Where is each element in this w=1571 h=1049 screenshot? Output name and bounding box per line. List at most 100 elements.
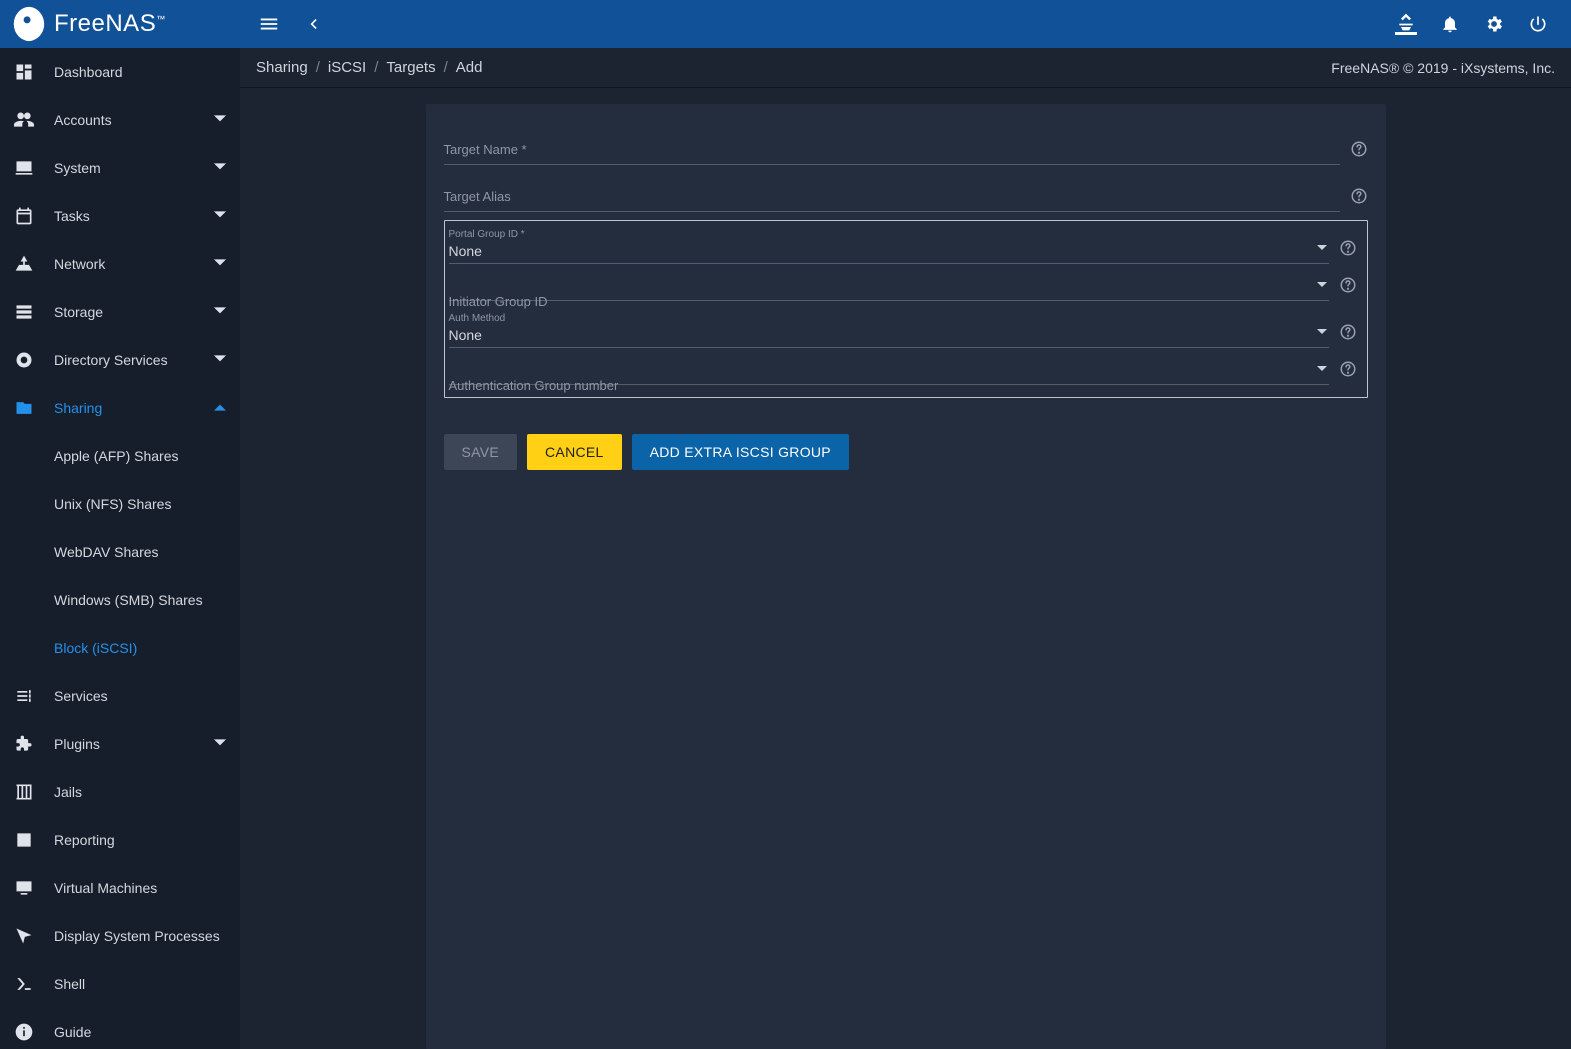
breadcrumb-targets[interactable]: Targets [386,59,435,76]
sidebar-item-guide[interactable]: Guide [0,1008,240,1049]
dropdown-arrow-icon [1317,324,1327,340]
dashboard-icon [12,62,36,82]
sidebar-subitem-block-iscsi-[interactable]: Block (iSCSI) [0,624,240,672]
sidebar-item-label: Virtual Machines [54,880,157,896]
sidebar-item-plugins[interactable]: Plugins [0,720,240,768]
storage-icon [12,302,36,322]
sidebar-item-services[interactable]: Services [0,672,240,720]
reporting-icon [12,830,36,850]
brand-logo[interactable]: FreeNAS™ [0,5,240,43]
theme-icon[interactable] [1395,13,1417,35]
processes-icon [12,926,36,946]
sidebar-item-label: System [54,160,101,176]
chevron-down-icon [214,736,226,752]
breadcrumb: Sharing / iSCSI / Targets / Add FreeNAS®… [240,48,1571,88]
chevron-down-icon [214,352,226,368]
initiator-group-select[interactable] [449,282,1329,301]
sidebar-item-label: Display System Processes [54,928,220,944]
main: Sharing / iSCSI / Targets / Add FreeNAS®… [240,48,1571,1049]
sidebar-item-accounts[interactable]: Accounts [0,96,240,144]
system-icon [12,158,36,178]
accounts-icon [12,110,36,130]
sidebar: Dashboard Accounts System Tasks Network Stora… [0,48,240,1049]
sidebar-item-dashboard[interactable]: Dashboard [0,48,240,96]
power-icon[interactable] [1527,13,1549,35]
chevron-down-icon [214,304,226,320]
sidebar-subitem-unix-nfs-shares[interactable]: Unix (NFS) Shares [0,480,240,528]
cancel-button[interactable]: CANCEL [527,434,622,470]
save-button[interactable]: SAVE [444,434,518,470]
dropdown-arrow-icon [1317,277,1327,293]
sidebar-item-label: Tasks [54,208,90,224]
sidebar-item-reporting[interactable]: Reporting [0,816,240,864]
sharing-icon [12,398,36,418]
freenas-logo-icon [10,5,48,43]
brand-name: FreeNAS™ [54,10,166,38]
sidebar-subitem-apple-afp-shares[interactable]: Apple (AFP) Shares [0,432,240,480]
sidebar-item-label: Reporting [54,832,115,848]
sidebar-item-label: Jails [54,784,82,800]
sidebar-item-label: Services [54,688,108,704]
chevron-down-icon [214,160,226,176]
notifications-icon[interactable] [1439,13,1461,35]
topbar: FreeNAS™ [0,0,1571,48]
sidebar-item-label: Storage [54,304,103,320]
chevron-up-icon [214,400,226,416]
tasks-icon [12,206,36,226]
network-icon [12,254,36,274]
shell-icon [12,974,36,994]
sidebar-item-jails[interactable]: Jails [0,768,240,816]
breadcrumb-add: Add [456,59,483,76]
auth-method-select[interactable]: None [449,313,1329,348]
sidebar-collapse-icon[interactable] [302,13,324,35]
directory-icon [12,350,36,370]
auth-group-select[interactable] [449,366,1329,385]
sidebar-item-label: Guide [54,1024,91,1040]
breadcrumb-sharing[interactable]: Sharing [256,59,308,76]
add-extra-group-button[interactable]: ADD EXTRA ISCSI GROUP [632,434,849,470]
sidebar-item-tasks[interactable]: Tasks [0,192,240,240]
target-name-input[interactable] [444,130,1340,165]
sidebar-item-shell[interactable]: Shell [0,960,240,1008]
portal-group-select[interactable]: None [449,229,1329,264]
breadcrumb-iscsi[interactable]: iSCSI [328,59,366,76]
sidebar-item-label: Directory Services [54,352,168,368]
sidebar-item-storage[interactable]: Storage [0,288,240,336]
guide-icon [12,1022,36,1042]
help-icon[interactable] [1350,140,1368,165]
sidebar-item-system[interactable]: System [0,144,240,192]
sidebar-subitem-windows-smb-shares[interactable]: Windows (SMB) Shares [0,576,240,624]
chevron-down-icon [214,112,226,128]
help-icon[interactable] [1339,323,1357,348]
vm-icon [12,878,36,898]
plugins-icon [12,734,36,754]
sidebar-item-network[interactable]: Network [0,240,240,288]
settings-icon[interactable] [1483,13,1505,35]
copyright: FreeNAS® © 2019 - iXsystems, Inc. [1331,60,1555,76]
content-area: Target Name * Target Alias [240,88,1571,1049]
help-icon[interactable] [1339,239,1357,264]
sidebar-item-label: Plugins [54,736,100,752]
menu-icon[interactable] [258,13,280,35]
form-card: Target Name * Target Alias [426,104,1386,1049]
sidebar-item-display-system-processes[interactable]: Display System Processes [0,912,240,960]
iscsi-group-box: Portal Group ID * None Initiator Group I… [444,220,1368,398]
sidebar-item-label: Network [54,256,105,272]
chevron-down-icon [214,256,226,272]
sidebar-item-label: Dashboard [54,64,123,80]
help-icon[interactable] [1339,360,1357,385]
dropdown-arrow-icon [1317,361,1327,377]
sidebar-item-label: Sharing [54,400,102,416]
sidebar-item-label: Shell [54,976,85,992]
sidebar-subitem-webdav-shares[interactable]: WebDAV Shares [0,528,240,576]
sidebar-item-directory-services[interactable]: Directory Services [0,336,240,384]
sidebar-item-sharing[interactable]: Sharing [0,384,240,432]
target-alias-input[interactable] [444,177,1340,212]
help-icon[interactable] [1350,187,1368,212]
dropdown-arrow-icon [1317,240,1327,256]
sidebar-item-virtual-machines[interactable]: Virtual Machines [0,864,240,912]
services-icon [12,686,36,706]
help-icon[interactable] [1339,276,1357,301]
sidebar-item-label: Accounts [54,112,112,128]
chevron-down-icon [214,208,226,224]
